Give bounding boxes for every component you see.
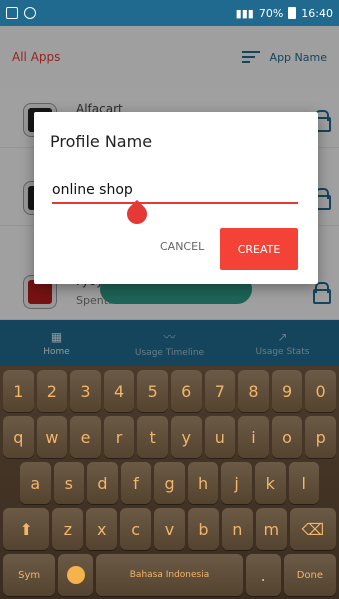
key[interactable]: s <box>53 462 85 504</box>
key[interactable]: 6 <box>170 370 202 412</box>
key[interactable]: 5 <box>137 370 168 412</box>
key[interactable]: z <box>52 508 84 550</box>
key[interactable]: 2 <box>36 370 68 412</box>
key[interactable]: 1 <box>3 370 34 412</box>
key[interactable]: k <box>254 462 286 504</box>
backspace-icon: ⌫ <box>301 519 325 539</box>
key[interactable]: n <box>221 508 253 550</box>
key[interactable]: 9 <box>271 370 303 412</box>
key[interactable]: r <box>103 416 135 458</box>
key[interactable]: j <box>221 462 252 504</box>
profile-name-input[interactable]: online shop <box>52 182 133 198</box>
emoji-key[interactable] <box>58 554 94 596</box>
profile-name-dialog: Profile Name online shop CANCEL CREATE <box>34 112 318 284</box>
key[interactable]: i <box>238 416 269 458</box>
key[interactable]: 8 <box>238 370 269 412</box>
sym-key[interactable]: Sym <box>3 554 56 596</box>
shift-icon: ⬆ <box>19 519 33 539</box>
key[interactable]: o <box>271 416 303 458</box>
key[interactable]: a <box>20 462 51 504</box>
key[interactable]: c <box>120 508 152 550</box>
signal-icon: ▮▮▮ <box>235 6 254 20</box>
key[interactable]: u <box>204 416 236 458</box>
sync-icon <box>24 7 36 19</box>
keyboard-home-row: a s d f g h j k l <box>3 462 336 504</box>
keyboard-top-row: q w e r t y u i o p <box>3 416 336 458</box>
backspace-key[interactable]: ⌫ <box>289 508 337 550</box>
key[interactable]: e <box>70 416 101 458</box>
space-key[interactable]: Bahasa Indonesia <box>96 554 243 596</box>
key[interactable]: w <box>36 416 68 458</box>
shift-key[interactable]: ⬆ <box>3 508 50 550</box>
period-key[interactable]: . <box>245 554 281 596</box>
input-underline <box>52 202 298 204</box>
key[interactable]: x <box>86 508 118 550</box>
dialog-title: Profile Name <box>50 132 153 151</box>
battery-text: 70% <box>258 6 284 20</box>
key[interactable]: v <box>154 508 185 550</box>
keyboard-bottom-row: ⬆ z x c v b n m ⌫ <box>3 508 337 550</box>
key[interactable]: 3 <box>70 370 101 412</box>
key[interactable]: p <box>305 416 336 458</box>
text-cursor-handle[interactable] <box>122 199 152 229</box>
battery-icon <box>288 7 297 19</box>
key[interactable]: m <box>255 508 287 550</box>
key[interactable]: 4 <box>103 370 135 412</box>
key[interactable]: 0 <box>305 370 336 412</box>
key[interactable]: 7 <box>204 370 236 412</box>
key[interactable]: h <box>187 462 219 504</box>
key[interactable]: d <box>87 462 118 504</box>
key[interactable]: l <box>288 462 320 504</box>
key[interactable]: q <box>3 416 34 458</box>
key[interactable]: g <box>154 462 185 504</box>
notification-icon <box>6 7 18 19</box>
done-key[interactable]: Done <box>283 554 337 596</box>
cancel-button[interactable]: CANCEL <box>160 240 204 253</box>
soft-keyboard: 1 2 3 4 5 6 7 8 9 0 q w e r t y u i o p … <box>0 366 339 599</box>
keyboard-space-row: Sym Bahasa Indonesia . Done <box>3 554 337 596</box>
key[interactable]: y <box>170 416 202 458</box>
emoji-icon <box>66 566 85 584</box>
clock: 16:40 <box>301 6 333 20</box>
create-button[interactable]: CREATE <box>220 228 298 270</box>
key[interactable]: b <box>187 508 219 550</box>
status-bar: ▮▮▮ 70% 16:40 <box>0 0 339 26</box>
key[interactable]: t <box>137 416 168 458</box>
keyboard-number-row: 1 2 3 4 5 6 7 8 9 0 <box>3 370 336 412</box>
key[interactable]: f <box>120 462 152 504</box>
